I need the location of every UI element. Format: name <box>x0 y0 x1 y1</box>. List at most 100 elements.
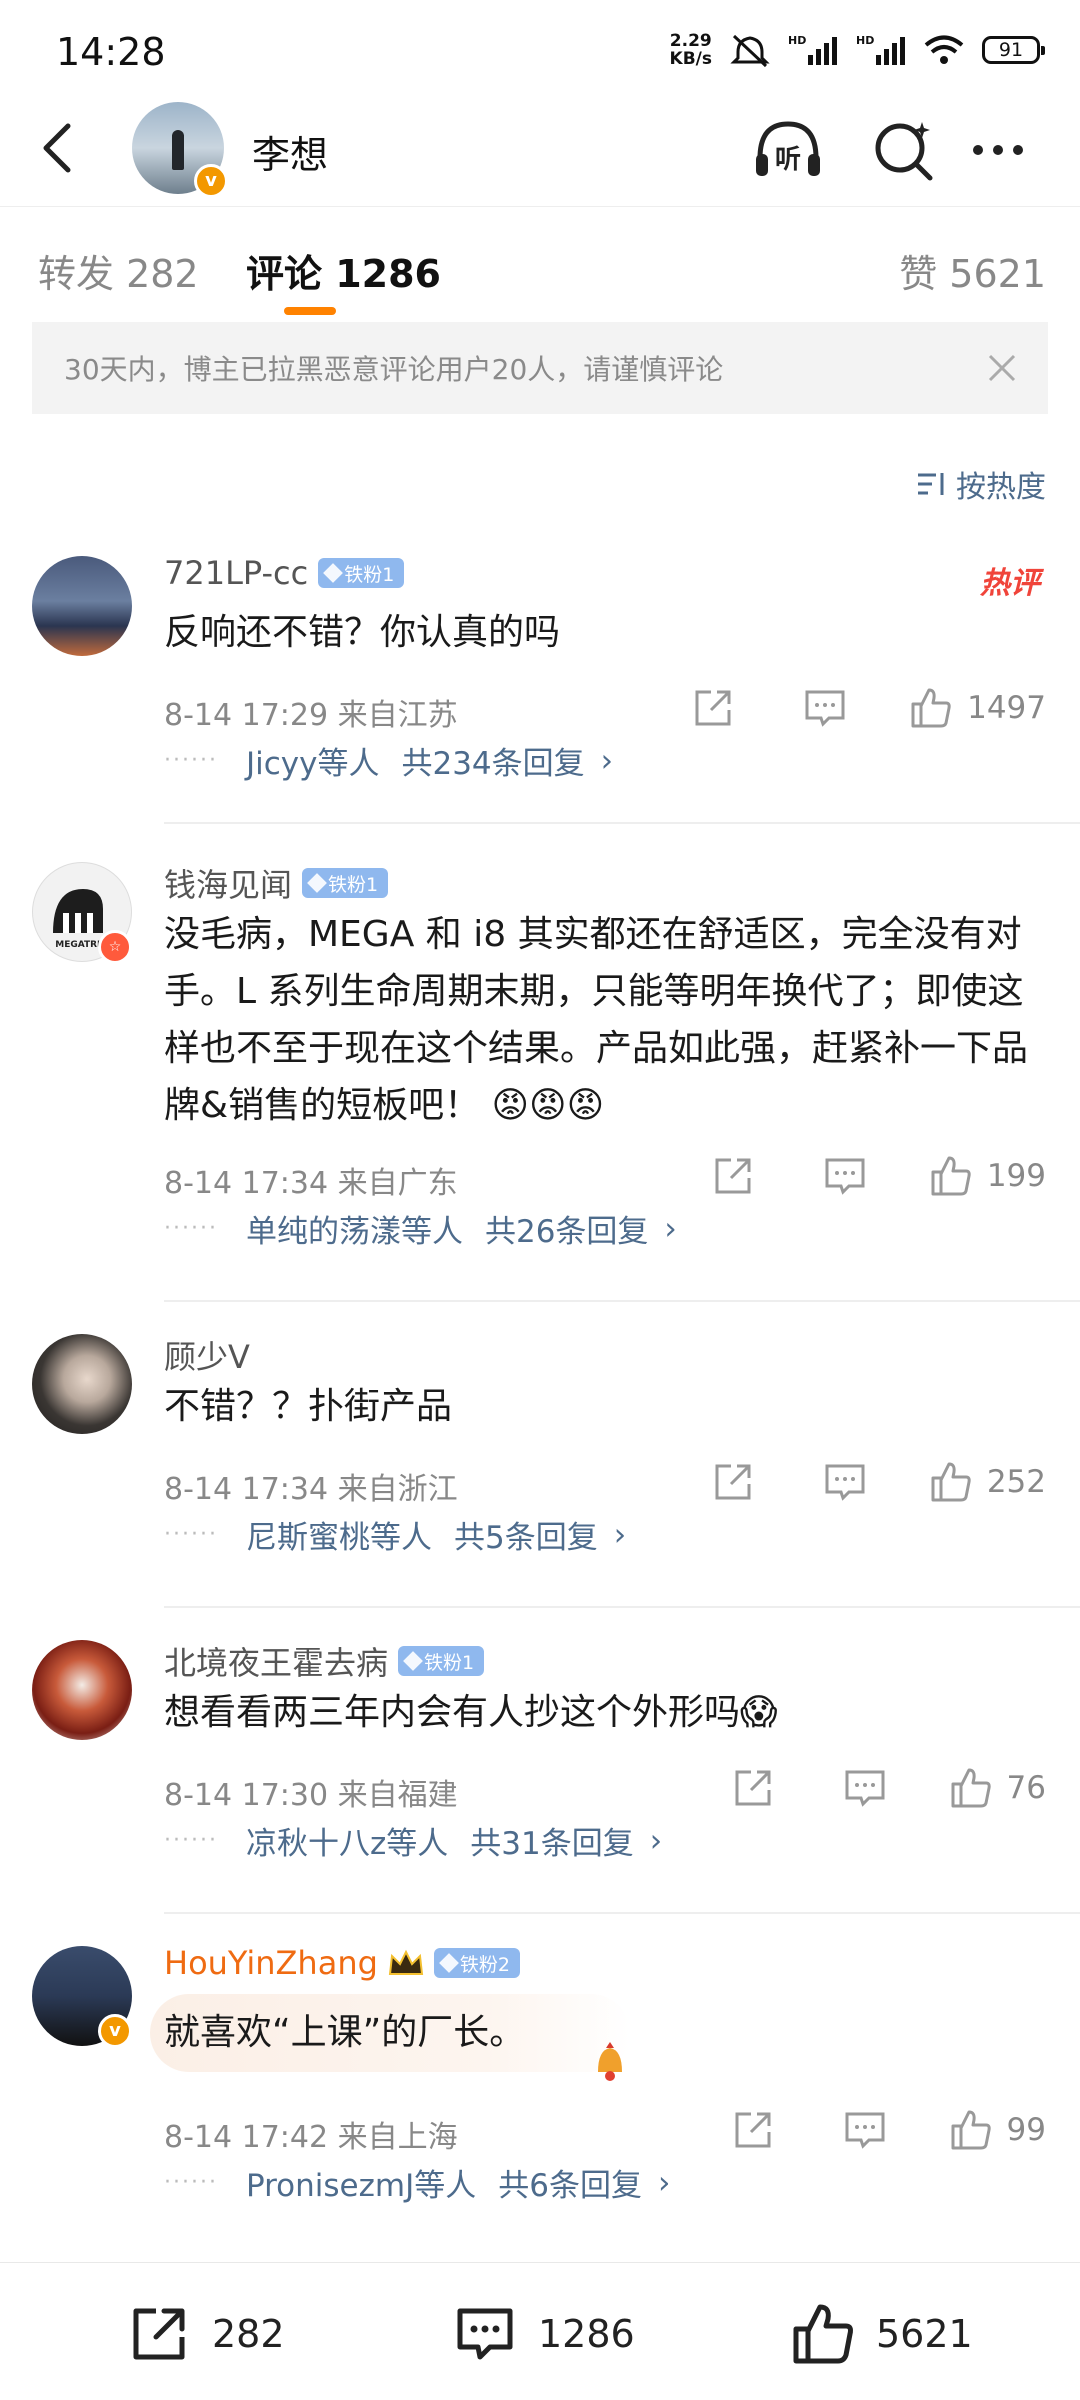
comment-text: 没毛病，MEGA 和 i8 其实都还在舒适区，完全没有对手。L 系列生命周期末期… <box>164 914 1029 1126</box>
fan-badge: 铁粉1 <box>398 1646 485 1676</box>
comment-text: 反响还不错？你认真的吗 <box>164 612 561 653</box>
comment-bubble-icon <box>457 2308 513 2360</box>
status-icons: 2.29 KB/s HD HD 91 <box>669 31 1045 69</box>
fan-badge: 铁粉1 <box>318 558 405 588</box>
comment-icon[interactable] <box>843 1766 887 1810</box>
fan-badge: 铁粉1 <box>302 868 389 898</box>
notice-text: 30天内，博主已拉黑恶意评论用户20人，请谨慎评论 <box>64 353 724 386</box>
thumbs-up-icon <box>951 1768 991 1808</box>
thumbs-up-icon <box>911 688 951 728</box>
reply-preview[interactable]: ······ 单纯的荡漾等人 共26条回复 › <box>164 1206 677 1251</box>
emoji-angry: 😡😡😡 <box>491 1085 605 1126</box>
status-time: 14:28 <box>56 30 166 74</box>
comment-icon[interactable] <box>843 2108 887 2152</box>
fan-badge: 铁粉2 <box>433 1948 520 1978</box>
comment-button[interactable]: 1286 <box>452 2301 635 2367</box>
share-icon[interactable] <box>711 1460 755 1504</box>
avatar: v <box>132 102 228 198</box>
status-bar: 14:28 2.29 KB/s HD HD 91 <box>0 0 1080 100</box>
reply-preview[interactable]: ······ PronisezmJ等人 共6条回复 › <box>164 2160 670 2205</box>
commenter-name[interactable]: 北境夜王霍去病 <box>164 1638 388 1684</box>
commenter-avatar[interactable] <box>32 1334 132 1434</box>
crown-icon <box>388 1949 424 1975</box>
emoji-scared: 😱 <box>740 1692 778 1733</box>
tab-comments[interactable]: 评论 1286 <box>246 243 441 298</box>
thumbs-up-icon <box>793 2304 853 2364</box>
back-icon[interactable] <box>30 118 90 178</box>
comment-icon[interactable] <box>803 686 847 730</box>
divider <box>164 1606 1080 1608</box>
comment-icon[interactable] <box>823 1154 867 1198</box>
listen-icon[interactable]: 听 <box>750 112 826 188</box>
comment-text: 就喜欢“上课”的厂长。 <box>164 2012 526 2053</box>
comment-text: 想看看两三年内会有人抄这个外形吗😱 <box>164 1692 778 1733</box>
comment-meta: 8-14 17:34 来自广东 <box>164 1166 458 1201</box>
thumbs-up-icon <box>951 2110 991 2150</box>
more-icon[interactable] <box>960 112 1036 188</box>
comment-actions: 99 <box>663 2108 1046 2152</box>
sort-label: 按热度 <box>956 470 1046 505</box>
comment-text: 不错？？扑街产品 <box>164 1386 453 1427</box>
comment-actions: 76 <box>663 1766 1046 1810</box>
commenter-name[interactable]: 顾少V <box>164 1332 250 1378</box>
verified-badge: v <box>194 164 228 198</box>
divider <box>164 822 1080 824</box>
like-button[interactable]: 199 <box>929 1154 1046 1198</box>
battery-indicator: 91 <box>982 36 1045 64</box>
reply-preview[interactable]: ······ 凉秋十八z等人 共31条回复 › <box>164 1818 662 1863</box>
share-icon[interactable] <box>731 2108 775 2152</box>
comment-actions: 1497 <box>623 686 1046 730</box>
sort-button[interactable]: 按热度 <box>916 462 1046 506</box>
thumbs-up-icon <box>931 1462 971 1502</box>
repost-icon <box>133 2308 185 2360</box>
network-speed: 2.29 KB/s <box>669 31 712 69</box>
active-tab-indicator <box>284 307 336 315</box>
comment-meta: 8-14 17:30 来自福建 <box>164 1778 458 1813</box>
divider <box>164 1300 1080 1302</box>
commenter-name[interactable]: 721LP-cc <box>164 554 308 592</box>
author-avatar[interactable]: v <box>132 102 228 198</box>
signal-icon: HD <box>788 34 837 65</box>
reply-preview[interactable]: ······ 尼斯蜜桃等人 共5条回复 › <box>164 1512 626 1557</box>
comment-meta: 8-14 17:42 来自上海 <box>164 2120 458 2155</box>
comment-actions: 252 <box>643 1460 1046 1504</box>
sort-icon <box>918 473 944 495</box>
notice-banner: 30天内，博主已拉黑恶意评论用户20人，请谨慎评论 <box>32 322 1048 414</box>
divider <box>164 1912 1080 1914</box>
repost-button[interactable]: 282 <box>126 2301 285 2367</box>
wifi-icon <box>924 35 964 64</box>
comment-tabs: 转发 282 评论 1286 赞 5621 <box>0 206 1080 322</box>
close-icon[interactable] <box>982 348 1022 388</box>
like-button[interactable]: 99 <box>949 2108 1046 2152</box>
commenter-name[interactable]: HouYinZhang <box>164 1944 378 1982</box>
commenter-avatar[interactable] <box>32 556 132 656</box>
svg-text:HD: HD <box>788 34 806 47</box>
svg-text:HD: HD <box>856 34 874 47</box>
reply-preview[interactable]: ······ Jicyy等人 共234条回复 › <box>164 738 613 783</box>
svg-text:听: 听 <box>775 145 801 175</box>
like-post-button[interactable]: 5621 <box>790 2301 973 2367</box>
commenter-avatar[interactable] <box>32 1640 132 1740</box>
share-icon[interactable] <box>691 686 735 730</box>
share-icon[interactable] <box>711 1154 755 1198</box>
tab-likes[interactable]: 赞 5621 <box>899 243 1046 298</box>
like-button[interactable]: 76 <box>949 1766 1046 1810</box>
comment-icon[interactable] <box>823 1460 867 1504</box>
thumbs-up-icon <box>931 1156 971 1196</box>
bottom-action-bar: 282 1286 5621 <box>0 2262 1080 2400</box>
like-button[interactable]: 1497 <box>909 686 1046 730</box>
hot-comment-tag: 热评 <box>980 566 1040 601</box>
commenter-name[interactable]: 钱海见闻 <box>164 860 292 906</box>
comment-meta: 8-14 17:34 来自浙江 <box>164 1472 458 1507</box>
comment-actions: 199 <box>643 1154 1046 1198</box>
like-button[interactable]: 252 <box>929 1460 1046 1504</box>
author-name[interactable]: 李想 <box>252 124 328 179</box>
signal-icon-2: HD <box>856 34 905 65</box>
mute-icon <box>730 34 770 68</box>
share-icon[interactable] <box>731 1766 775 1810</box>
comment-meta: 8-14 17:29 来自江苏 <box>164 698 458 733</box>
search-icon[interactable] <box>866 112 942 188</box>
verified-badge: v <box>98 2014 132 2048</box>
tab-repost[interactable]: 转发 282 <box>38 243 199 298</box>
verified-badge: ☆ <box>98 930 132 964</box>
